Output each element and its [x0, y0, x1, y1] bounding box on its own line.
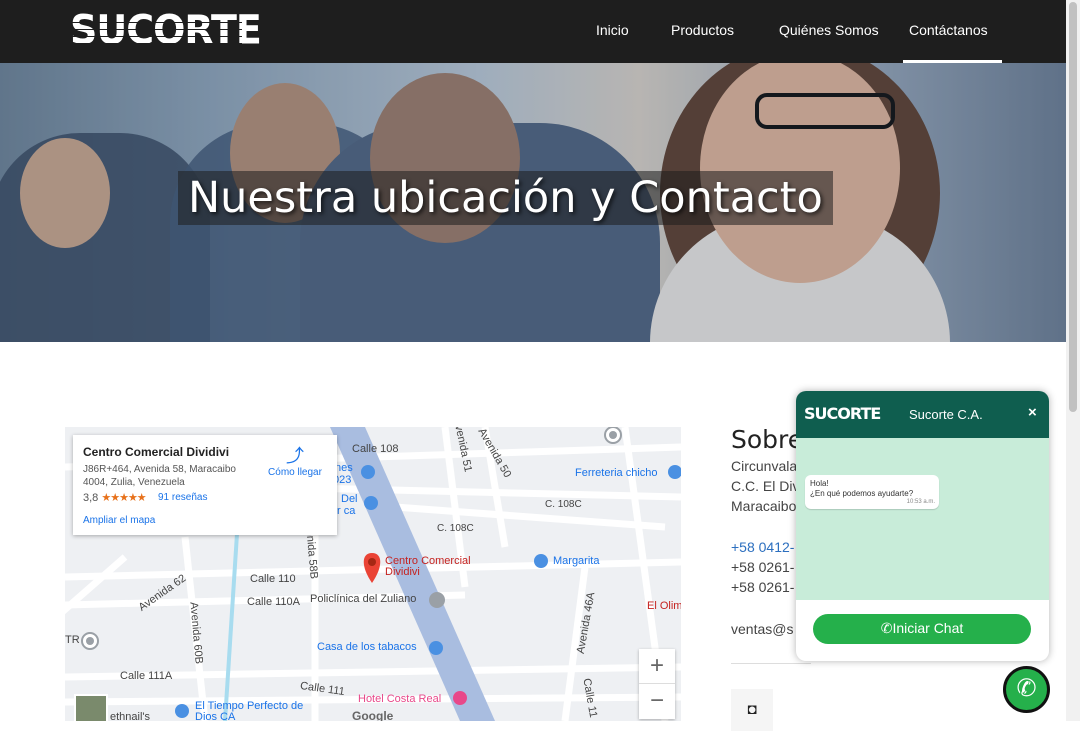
- hero-title: Nuestra ubicación y Contacto: [178, 171, 833, 225]
- directions-label: Cómo llegar: [268, 467, 322, 478]
- map-label: Policlínica del Zuliano: [310, 593, 417, 605]
- enlarge-map-link[interactable]: Ampliar el mapa: [83, 515, 155, 526]
- map-label: C. 108C: [437, 523, 474, 534]
- map-label: nes: [335, 462, 353, 474]
- place-address: J86R+464, Avenida 58, Maracaibo 4004, Zu…: [83, 464, 236, 488]
- place-name: Centro Comercial Dividivi: [83, 445, 230, 459]
- chat-time: 10:53 a.m.: [906, 499, 935, 505]
- satellite-toggle[interactable]: [74, 694, 108, 721]
- phone-text: +58 0261-: [731, 579, 795, 595]
- map-label: Centro Comercial Dividivi: [385, 555, 471, 578]
- google-logo: Google: [352, 709, 394, 721]
- nav-contactanos[interactable]: Contáctanos: [909, 22, 988, 38]
- scrollbar[interactable]: [1066, 0, 1080, 721]
- map-zoom-controls: + −: [639, 649, 675, 719]
- instagram-icon[interactable]: ◘: [731, 689, 773, 731]
- embedded-map[interactable]: Calle 108 Avenida 51 Avenida 50 Ferreter…: [65, 427, 681, 721]
- divider: [731, 663, 811, 664]
- map-label: ethnail's: [110, 711, 151, 721]
- chat-close-button[interactable]: ×: [1028, 404, 1037, 421]
- chat-greeting: Hola!: [810, 479, 829, 488]
- nav-quienes-somos[interactable]: Quiénes Somos: [779, 22, 879, 38]
- map-place-card: Centro Comercial Dividivi J86R+464, Aven…: [73, 435, 337, 535]
- start-chat-label: Iniciar Chat: [892, 620, 964, 636]
- chat-logo: SUCORTE: [804, 404, 881, 423]
- address-line: Maracaibo: [731, 498, 797, 514]
- zoom-in-button[interactable]: +: [639, 649, 675, 684]
- logo[interactable]: SUCORTE: [70, 7, 262, 53]
- phone-text: +58 0261-: [731, 559, 795, 575]
- hero-banner: Nuestra ubicación y Contacto: [0, 63, 1066, 342]
- chat-body: Hola! ¿En qué podemos ayudarte? 10:53 a.…: [796, 438, 1049, 600]
- contact-heading: Sobre: [731, 425, 804, 454]
- scrollbar-thumb[interactable]: [1069, 2, 1077, 412]
- email-text: ventas@s: [731, 621, 794, 637]
- address-line: C.C. El Div: [731, 478, 800, 494]
- phone-link[interactable]: +58 0412-: [731, 539, 794, 555]
- reviews-link[interactable]: 91 reseñas: [158, 492, 207, 503]
- nav-productos[interactable]: Productos: [671, 22, 734, 38]
- map-marker-icon[interactable]: [363, 553, 381, 583]
- rating-stars: ★★★★★: [101, 492, 146, 504]
- whatsapp-chat-widget: SUCORTE Sucorte C.A. × Hola! ¿En qué pod…: [796, 391, 1049, 661]
- place-rating: 3,8 ★★★★★: [83, 491, 147, 504]
- rating-value: 3,8: [83, 492, 99, 504]
- map-label: Margarita: [553, 555, 600, 567]
- whatsapp-icon: ✆: [880, 620, 893, 636]
- map-label: Casa de los tabacos: [317, 641, 417, 653]
- top-navbar: SUCORTE Inicio Productos Quiénes Somos C…: [0, 0, 1066, 63]
- map-label: Calle 108: [352, 443, 399, 455]
- chat-message: Hola! ¿En qué podemos ayudarte? 10:53 a.…: [805, 475, 939, 509]
- map-label: r ca: [337, 505, 356, 517]
- map-label: Hotel Costa Real: [358, 693, 442, 705]
- map-label: Calle 110: [250, 573, 296, 585]
- map-label: El Olim: [647, 600, 681, 612]
- map-label: C. 108C: [545, 499, 582, 510]
- map-label: Ferreteria chicho: [575, 467, 658, 479]
- whatsapp-icon: ✆: [1016, 675, 1037, 702]
- zoom-out-button[interactable]: −: [639, 684, 675, 719]
- map-label: El Tiempo Perfecto de Dios CA: [195, 700, 304, 722]
- map-label: Calle 110A: [247, 596, 300, 608]
- map-label: Calle 111A: [120, 670, 173, 682]
- map-label: Del: [341, 493, 358, 505]
- whatsapp-float-button[interactable]: ✆: [1003, 666, 1050, 713]
- chat-title: Sucorte C.A.: [909, 407, 983, 422]
- directions-icon: ⤴: [286, 446, 304, 466]
- nav-inicio[interactable]: Inicio: [596, 22, 629, 38]
- map-label: TR: [65, 634, 80, 646]
- directions-button[interactable]: ⤴ Cómo llegar: [263, 445, 327, 478]
- address-line: Circunvala: [731, 458, 798, 474]
- start-chat-button[interactable]: ✆Iniciar Chat: [813, 614, 1031, 644]
- chat-header: SUCORTE Sucorte C.A. ×: [796, 391, 1049, 438]
